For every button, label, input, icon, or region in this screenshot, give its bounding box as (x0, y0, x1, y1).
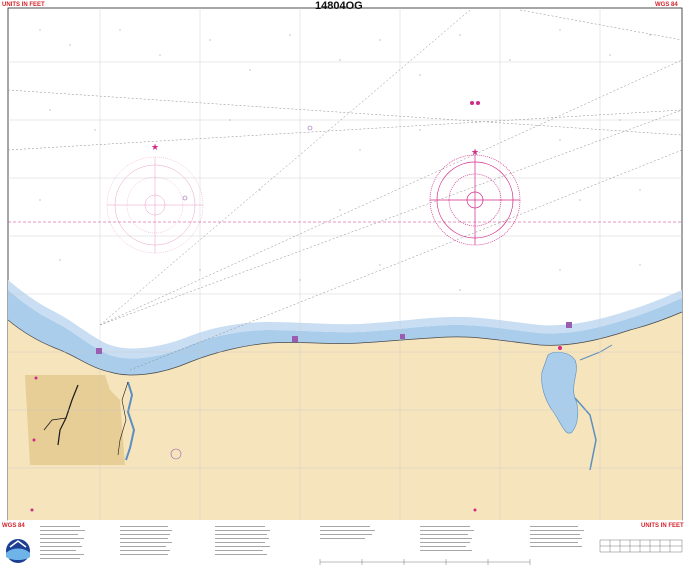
chart-canvas: ★ ★ (0, 0, 690, 571)
nautical-chart: ★ ★ 14804OG UNITS IN FEET WGS 84 WGS 84 … (0, 0, 690, 571)
legend-strip (8, 520, 682, 571)
magenta-star-icon: ★ (471, 147, 479, 157)
datum-label-top-right: WGS 84 (655, 2, 678, 8)
magenta-star-icon: ★ (151, 142, 159, 152)
units-label-bottom-right: UNITS IN FEET (641, 523, 684, 529)
datum-label-bottom-left: WGS 84 (2, 523, 25, 529)
chart-number-title: 14804OG (315, 0, 363, 12)
noaa-logo-icon (6, 539, 30, 563)
units-label-top-left: UNITS IN FEET (2, 2, 45, 8)
